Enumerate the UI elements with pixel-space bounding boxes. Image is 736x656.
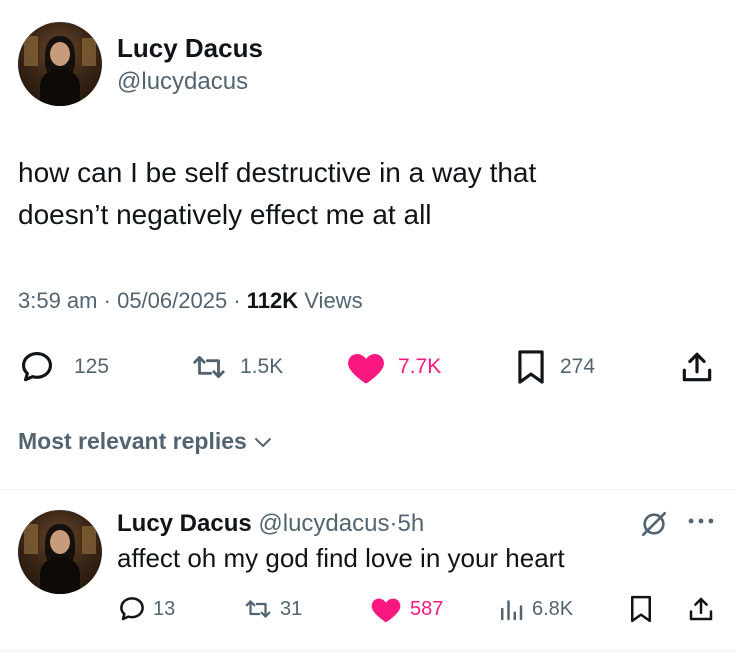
reply-count: 125 bbox=[74, 355, 110, 378]
reply-header: Lucy Dacus @lucydacus·5h bbox=[117, 510, 424, 538]
views-icon bbox=[501, 600, 523, 621]
share-icon bbox=[682, 352, 712, 382]
share-icon bbox=[689, 597, 713, 621]
bottom-divider bbox=[0, 650, 736, 651]
tweet-text-line-1: how can I be self destructive in a way t… bbox=[18, 157, 537, 188]
tweet-text: how can I be self destructive in a way t… bbox=[18, 152, 718, 236]
like-button[interactable]: 7.7K bbox=[346, 348, 441, 386]
reply-reply-count: 13 bbox=[153, 597, 176, 620]
reply-like-button[interactable]: 587 bbox=[370, 594, 443, 624]
author-handle[interactable]: @lucydacus bbox=[117, 68, 248, 96]
author-name[interactable]: Lucy Dacus bbox=[117, 33, 263, 64]
reply-author-avatar[interactable] bbox=[18, 510, 102, 594]
reply-author-handle[interactable]: @lucydacus bbox=[258, 510, 389, 537]
reply-author-name[interactable]: Lucy Dacus bbox=[117, 510, 252, 537]
more-icon bbox=[688, 518, 714, 524]
like-count: 7.7K bbox=[398, 355, 442, 378]
views-label: Views bbox=[304, 288, 363, 313]
reply-text: affect oh my god find love in your heart bbox=[117, 543, 565, 573]
meta-separator: · bbox=[103, 288, 118, 313]
reply-bookmark-button[interactable] bbox=[628, 594, 654, 629]
reply-like-count: 587 bbox=[410, 597, 444, 620]
replies-sort-selector[interactable]: Most relevant replies bbox=[18, 428, 273, 455]
reply-reply-button[interactable]: 13 bbox=[117, 594, 175, 624]
grok-button[interactable] bbox=[638, 508, 670, 545]
reply-views-count: 6.8K bbox=[532, 597, 574, 620]
reply-repost-count: 31 bbox=[280, 597, 303, 620]
heart-icon bbox=[371, 598, 401, 623]
reply-repost-button[interactable]: 31 bbox=[242, 594, 302, 624]
chevron-down-icon bbox=[254, 437, 271, 447]
tweet-meta: 3:59 am · 05/06/2025 · 112K Views bbox=[18, 288, 363, 314]
repost-icon bbox=[245, 600, 271, 618]
tweet-text-line-2: doesn’t negatively effect me at all bbox=[18, 199, 432, 230]
bookmark-icon bbox=[518, 350, 544, 384]
reply-share-button[interactable] bbox=[686, 594, 716, 629]
more-button[interactable] bbox=[684, 504, 718, 543]
share-button[interactable] bbox=[678, 348, 716, 386]
tweet-time[interactable]: 3:59 am bbox=[18, 288, 98, 313]
bookmark-icon bbox=[631, 595, 651, 623]
reply-button[interactable]: 125 bbox=[18, 348, 109, 386]
meta-separator: · bbox=[233, 288, 247, 313]
reply-views-button[interactable]: 6.8K bbox=[496, 594, 573, 624]
reply-icon bbox=[21, 351, 53, 382]
views-count: 112K bbox=[246, 288, 299, 313]
repost-count: 1.5K bbox=[240, 355, 284, 378]
heart-icon bbox=[348, 353, 384, 384]
replies-sort-label: Most relevant replies bbox=[18, 428, 247, 454]
reply-age[interactable]: 5h bbox=[397, 510, 424, 537]
author-avatar[interactable] bbox=[18, 22, 102, 106]
grok-icon bbox=[642, 512, 666, 536]
repost-button[interactable]: 1.5K bbox=[190, 348, 283, 386]
tweet-date[interactable]: 05/06/2025 bbox=[117, 288, 227, 313]
section-divider bbox=[0, 489, 736, 490]
reply-icon bbox=[120, 597, 144, 621]
repost-icon bbox=[193, 356, 225, 378]
bookmark-button[interactable]: 274 bbox=[514, 348, 595, 386]
bookmark-count: 274 bbox=[560, 355, 596, 378]
